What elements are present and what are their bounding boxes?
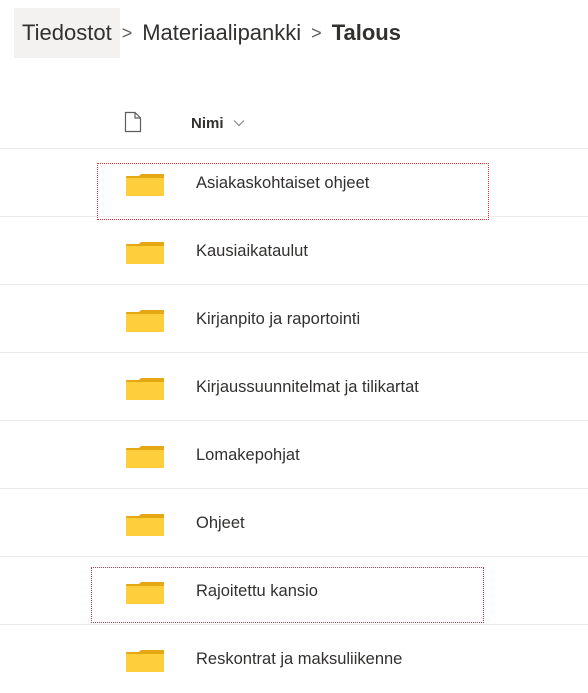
folder-icon [126, 310, 164, 332]
list-item-name[interactable]: Reskontrat ja maksuliikenne [196, 625, 402, 693]
folder-icon [126, 514, 164, 536]
column-header-name[interactable]: Nimi [191, 98, 245, 148]
folder-icon [126, 378, 164, 400]
list-item-name[interactable]: Ohjeet [196, 489, 245, 557]
breadcrumb-item-talous: Talous [331, 20, 401, 45]
column-header-label: Nimi [191, 114, 224, 132]
chevron-down-icon[interactable] [233, 119, 245, 127]
list-item[interactable]: Kirjaussuunnitelmat ja tilikartat [0, 353, 588, 421]
list-item-name[interactable]: Asiakaskohtaiset ohjeet [196, 149, 369, 217]
list-item[interactable]: Reskontrat ja maksuliikenne [0, 625, 588, 693]
list-item[interactable]: Kausiaikataulut [0, 217, 588, 285]
breadcrumb-item-tiedostot[interactable]: Tiedostot [14, 8, 120, 58]
list-header: Nimi [0, 98, 588, 149]
list-item-name[interactable]: Kausiaikataulut [196, 217, 308, 285]
folder-icon [126, 582, 164, 604]
document-icon[interactable] [124, 111, 142, 133]
list-item[interactable]: Ohjeet [0, 489, 588, 557]
breadcrumb-separator: > [311, 23, 322, 43]
folder-icon [126, 242, 164, 264]
list-item[interactable]: Kirjanpito ja raportointi [0, 285, 588, 353]
list-item-name[interactable]: Lomakepohjat [196, 421, 300, 489]
list-item[interactable]: Rajoitettu kansio [0, 557, 588, 625]
breadcrumb-separator: > [121, 23, 133, 43]
breadcrumb-item-materiaalipankki[interactable]: Materiaalipankki [134, 8, 309, 58]
folder-icon [126, 446, 164, 468]
list-item-name[interactable]: Rajoitettu kansio [196, 557, 318, 625]
list-item[interactable]: Asiakaskohtaiset ohjeet [0, 149, 588, 217]
breadcrumb: Tiedostot > Materiaalipankki > Talous [14, 8, 409, 58]
list-item-name[interactable]: Kirjaussuunnitelmat ja tilikartat [196, 353, 419, 421]
folder-icon [126, 174, 164, 196]
list-item[interactable]: Lomakepohjat [0, 421, 588, 489]
list-item-name[interactable]: Kirjanpito ja raportointi [196, 285, 360, 353]
folder-list: Asiakaskohtaiset ohjeet Kausiaikataulut … [0, 149, 588, 693]
folder-icon [126, 650, 164, 672]
